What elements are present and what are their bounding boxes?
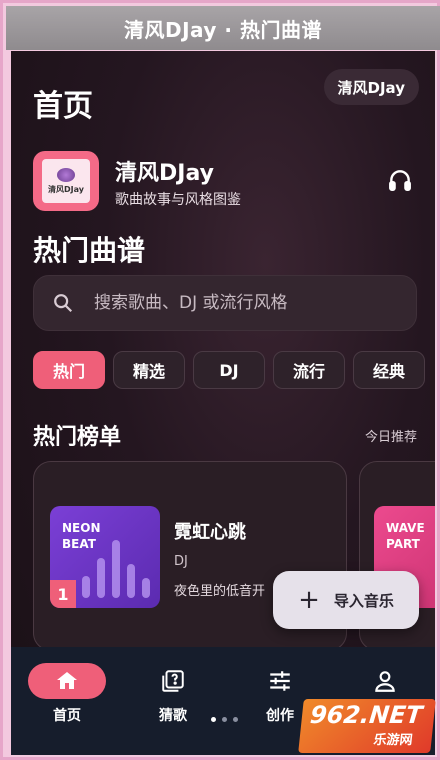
chip-classic[interactable]: 经典 (353, 351, 425, 389)
chip-dj[interactable]: DJ (193, 351, 265, 389)
watermark-top: 962.NET (308, 701, 424, 729)
search-bar[interactable] (33, 275, 417, 331)
chart-list-title: 热门榜单 (33, 425, 122, 450)
import-music-button[interactable]: + 导入音乐 (273, 571, 419, 629)
search-icon (54, 294, 73, 313)
sound-wave-icon (82, 540, 150, 598)
home-icon (57, 672, 77, 689)
song-genre: DJ (174, 554, 188, 569)
app-info-card: 清风DJay 清风DJay 歌曲故事与风格图鉴 (33, 151, 413, 215)
user-chip[interactable]: 清风DJay (323, 69, 419, 105)
window-frame: 清风DJay · 热门曲谱 首页 清风DJay 清风DJay 清风DJay 歌曲… (0, 0, 440, 760)
chip-featured[interactable]: 精选 (113, 351, 185, 389)
nav-label: 首页 (53, 708, 81, 724)
app-screen: 首页 清风DJay 清风DJay 清风DJay 歌曲故事与风格图鉴 热门曲谱 搜… (11, 51, 435, 755)
song-title: 霓虹心跳 (174, 522, 246, 543)
guess-icon (162, 670, 184, 692)
sliders-icon (270, 671, 290, 691)
headphones-icon[interactable] (387, 167, 413, 193)
nav-home[interactable]: 首页 (27, 663, 107, 725)
chip-hot[interactable]: 热门 (33, 351, 105, 389)
song-description: 夜色里的低音开 (174, 584, 266, 599)
cover-line2: PART (386, 537, 420, 551)
page-indicator (211, 717, 238, 722)
page-title: 首页 (33, 89, 93, 124)
app-subtitle: 歌曲故事与风格图鉴 (115, 192, 241, 208)
nav-guess[interactable]: 猜歌 (133, 663, 213, 725)
category-chips: 热门 精选 DJ 流行 经典 (33, 351, 425, 389)
section-title: 热门曲谱 (33, 234, 146, 267)
cover-line1: NEON (62, 521, 101, 535)
nav-label: 猜歌 (159, 708, 187, 724)
app-logo: 清风DJay (33, 151, 99, 211)
plus-icon: + (298, 585, 320, 615)
watermark-logo: 962.NET 乐游网 (298, 699, 436, 753)
window-title: 清风DJay · 热门曲谱 (6, 6, 440, 50)
watermark-bottom: 乐游网 (372, 733, 414, 748)
rank-badge: 1 (50, 580, 76, 608)
profile-icon (375, 671, 395, 692)
app-name: 清风DJay (115, 161, 214, 186)
search-input[interactable] (94, 293, 394, 313)
chart-list-more[interactable]: 今日推荐 (365, 426, 417, 445)
app-logo-text: 清风DJay (48, 184, 84, 194)
cover-line1: WAVE (386, 521, 425, 535)
import-music-label: 导入音乐 (333, 591, 394, 610)
chip-pop[interactable]: 流行 (273, 351, 345, 389)
